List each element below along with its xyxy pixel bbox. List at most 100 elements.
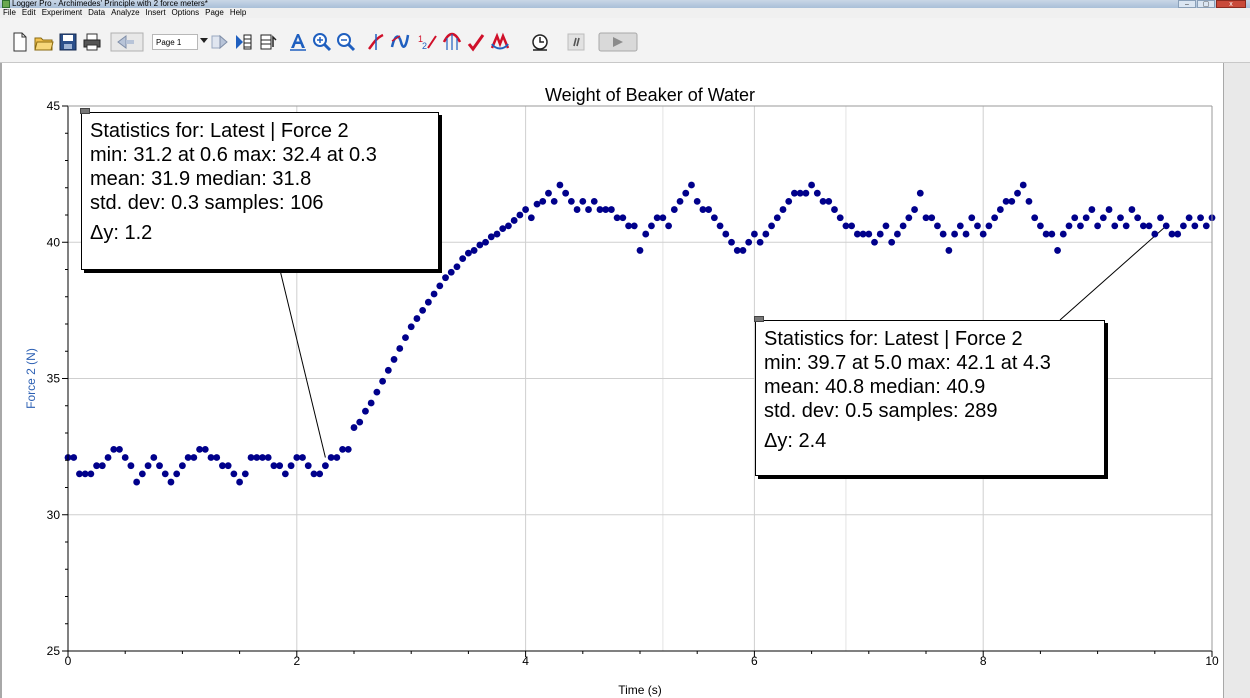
page-back-icon[interactable] xyxy=(110,32,144,52)
data-point xyxy=(716,222,724,230)
stats-1-mean: mean: 31.9 median: 31.8 xyxy=(90,168,312,190)
page-forward-icon[interactable] xyxy=(208,32,228,52)
data-point xyxy=(493,230,501,238)
menu-analyze[interactable]: Analyze xyxy=(108,8,142,18)
data-point xyxy=(979,230,987,238)
zoom-out-icon[interactable] xyxy=(336,32,356,52)
curve-fit-icon[interactable] xyxy=(530,32,550,52)
menu-options[interactable]: Options xyxy=(169,8,203,18)
data-point xyxy=(739,247,747,254)
data-point xyxy=(133,478,141,486)
linear-fit-icon[interactable] xyxy=(490,32,510,52)
data-point xyxy=(825,197,833,205)
data-point xyxy=(693,197,701,205)
data-point xyxy=(424,298,432,306)
data-point xyxy=(150,454,158,461)
data-point xyxy=(1019,181,1027,189)
close-button[interactable]: x xyxy=(1216,0,1246,8)
meter-icon[interactable] xyxy=(258,32,278,52)
data-point xyxy=(1008,197,1016,205)
data-point xyxy=(619,214,627,222)
data-point xyxy=(894,230,901,238)
data-point xyxy=(539,197,547,205)
data-point xyxy=(161,470,169,478)
x-tick-label: 8 xyxy=(980,654,987,668)
stats-1-drag-handle[interactable] xyxy=(80,108,90,114)
data-point xyxy=(104,454,112,461)
data-point xyxy=(287,462,295,470)
data-point xyxy=(728,238,735,246)
data-point xyxy=(362,407,369,415)
data-point xyxy=(962,230,970,238)
data-point xyxy=(236,478,244,486)
data-point xyxy=(1197,214,1204,222)
y-axis-label: Force 2 (N) xyxy=(24,348,38,409)
stats-2-drag-handle[interactable] xyxy=(754,316,764,322)
zoom-in-icon[interactable] xyxy=(312,32,332,52)
maximize-button[interactable]: ▢ xyxy=(1197,0,1215,8)
menu-help[interactable]: Help xyxy=(227,8,249,18)
data-point xyxy=(951,230,958,238)
data-point xyxy=(573,206,581,213)
data-point xyxy=(916,189,924,197)
sensor-icon[interactable] xyxy=(566,32,586,52)
data-point xyxy=(779,206,787,213)
print-icon[interactable] xyxy=(82,32,102,52)
menu-experiment[interactable]: Experiment xyxy=(39,8,85,18)
data-point xyxy=(1122,222,1130,230)
data-point xyxy=(1048,230,1056,238)
stats-2-leader-line xyxy=(1059,225,1167,321)
menu-data[interactable]: Data xyxy=(85,8,108,18)
integral-icon[interactable] xyxy=(466,32,486,52)
data-point xyxy=(722,230,730,238)
data-point xyxy=(756,238,764,246)
new-file-icon[interactable] xyxy=(10,32,30,52)
statistics-icon[interactable] xyxy=(442,32,462,52)
page-select[interactable]: Page 1 xyxy=(152,34,198,50)
autoscale-icon[interactable] xyxy=(288,32,308,52)
data-point xyxy=(373,388,381,396)
data-point xyxy=(350,424,358,431)
data-point xyxy=(367,399,375,407)
menu-file[interactable]: File xyxy=(0,8,19,18)
menu-bar: File Edit Experiment Data Analyze Insert… xyxy=(0,8,1250,18)
collect-icon[interactable] xyxy=(598,32,638,52)
stats-box-1[interactable]: Statistics for: Latest | Force 2 min: 31… xyxy=(80,108,439,270)
tangent-icon[interactable] xyxy=(390,32,410,52)
data-point xyxy=(665,222,672,230)
data-point xyxy=(70,454,78,461)
minimize-button[interactable]: – xyxy=(1178,0,1196,8)
chevron-down-icon[interactable] xyxy=(200,38,208,43)
data-point xyxy=(144,462,152,470)
data-point xyxy=(1191,222,1199,230)
stats-1-minmax: min: 31.2 at 0.6 max: 32.4 at 0.3 xyxy=(90,144,377,166)
x-tick-label: 4 xyxy=(522,654,529,668)
data-point xyxy=(562,189,570,197)
data-point xyxy=(402,334,409,342)
data-browser-icon[interactable] xyxy=(234,32,254,52)
data-point xyxy=(1111,222,1119,230)
data-point xyxy=(945,247,953,254)
data-point xyxy=(888,238,896,246)
open-folder-icon[interactable] xyxy=(34,32,54,52)
menu-edit[interactable]: Edit xyxy=(19,8,39,18)
data-point xyxy=(156,462,163,470)
data-point xyxy=(985,222,993,230)
data-point xyxy=(1157,214,1164,222)
interpolate-icon[interactable]: 12 xyxy=(418,32,438,52)
stats-box-2[interactable]: Statistics for: Latest | Force 2 min: 39… xyxy=(754,316,1105,476)
data-point xyxy=(802,189,810,197)
data-point xyxy=(167,478,175,486)
save-icon[interactable] xyxy=(58,32,78,52)
data-point xyxy=(1025,197,1033,205)
menu-page[interactable]: Page xyxy=(202,8,227,18)
data-point xyxy=(751,230,758,238)
stats-2-header: Statistics for: Latest | Force 2 xyxy=(764,328,1023,350)
data-point xyxy=(1031,214,1039,222)
menu-insert[interactable]: Insert xyxy=(143,8,169,18)
data-point xyxy=(138,470,146,478)
y-tick-label: 25 xyxy=(47,644,61,658)
examine-icon[interactable] xyxy=(366,32,386,52)
data-point xyxy=(276,462,284,470)
data-point xyxy=(710,214,718,222)
